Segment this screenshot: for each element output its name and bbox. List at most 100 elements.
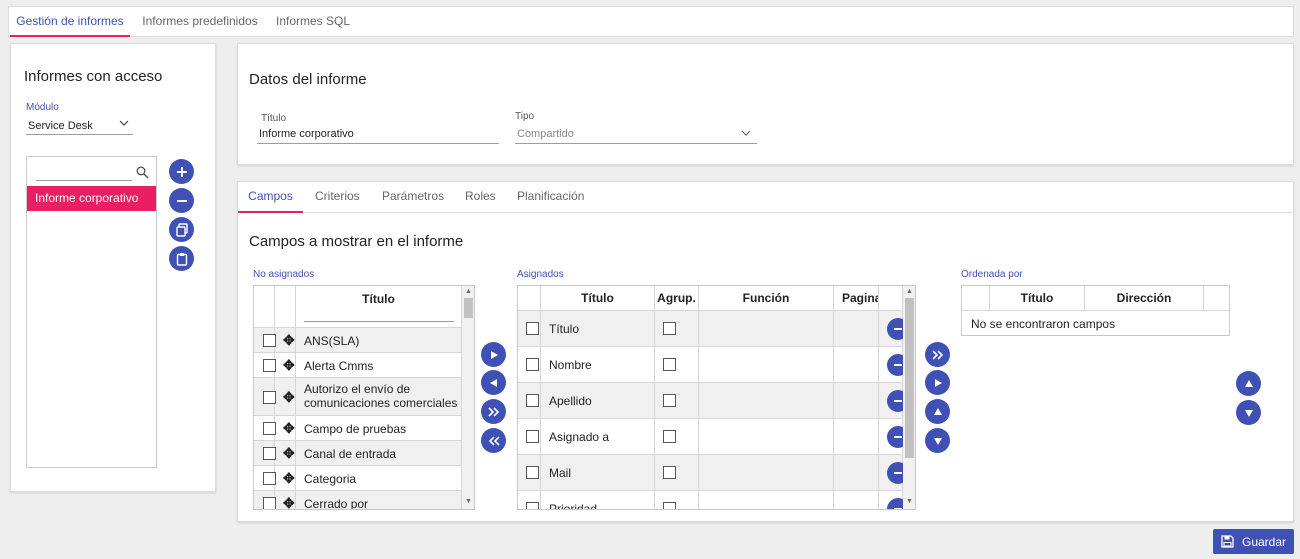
row-checkbox[interactable] bbox=[526, 466, 539, 479]
assigned-header-paginar[interactable]: Paginar bbox=[834, 286, 879, 311]
row-checkbox[interactable] bbox=[526, 322, 539, 335]
minus-icon bbox=[176, 199, 187, 202]
copy-icon bbox=[175, 222, 188, 237]
row-checkbox[interactable] bbox=[263, 391, 276, 404]
remove-report-button[interactable] bbox=[169, 188, 194, 213]
drag-handle-icon[interactable]: ✥ bbox=[283, 357, 295, 374]
ordered-grid: Título Dirección No se encontraron campo… bbox=[961, 285, 1230, 336]
save-button-label: Guardar bbox=[1241, 534, 1287, 549]
order-down-button[interactable] bbox=[1236, 400, 1261, 425]
paste-report-button[interactable] bbox=[169, 246, 194, 271]
campos-heading: Campos a mostrar en el informe bbox=[249, 233, 464, 250]
assigned-scrollbar[interactable]: ▲ ▼ bbox=[903, 286, 915, 509]
row-checkbox[interactable] bbox=[526, 502, 539, 509]
drag-handle-icon[interactable]: ✥ bbox=[283, 332, 295, 349]
assigned-header-titulo[interactable]: Título bbox=[541, 286, 655, 311]
report-details-title: Datos del informe bbox=[249, 71, 367, 88]
minus-icon bbox=[894, 364, 902, 366]
ordered-header-titulo[interactable]: Título bbox=[990, 286, 1085, 311]
drag-handle-icon[interactable]: ✥ bbox=[283, 470, 295, 487]
group-checkbox[interactable] bbox=[663, 394, 676, 407]
tab-criterios[interactable]: Criterios bbox=[315, 181, 360, 213]
list-item[interactable]: Cerrado por bbox=[304, 497, 368, 509]
tab-gestion-informes[interactable]: Gestión de informes bbox=[10, 7, 130, 37]
copy-report-button[interactable] bbox=[169, 217, 194, 242]
move-left-button[interactable] bbox=[481, 370, 506, 395]
list-item[interactable]: Campo de pruebas bbox=[304, 422, 406, 436]
drag-handle-icon[interactable]: ✥ bbox=[283, 420, 295, 437]
drag-handle-icon[interactable]: ✥ bbox=[283, 445, 295, 462]
assigned-header-funcion[interactable]: Función bbox=[699, 286, 834, 311]
tab-parametros[interactable]: Parámetros bbox=[382, 181, 444, 213]
move-all-to-order-button[interactable] bbox=[925, 342, 950, 367]
module-select[interactable]: Service Desk bbox=[26, 115, 133, 135]
list-item[interactable]: Alerta Cmms bbox=[304, 359, 373, 373]
move-to-order-button[interactable] bbox=[925, 370, 950, 395]
move-field-down-button[interactable] bbox=[925, 428, 950, 453]
tab-roles[interactable]: Roles bbox=[465, 181, 496, 213]
tab-informes-predefinidos[interactable]: Informes predefinidos bbox=[137, 7, 263, 37]
assigned-header-agrup[interactable]: Agrup. bbox=[655, 286, 699, 311]
triangle-up-icon bbox=[933, 407, 942, 415]
list-item[interactable]: Canal de entrada bbox=[304, 447, 396, 461]
minus-icon bbox=[894, 400, 902, 402]
group-checkbox[interactable] bbox=[663, 502, 676, 509]
row-checkbox[interactable] bbox=[526, 358, 539, 371]
drag-handle-icon[interactable]: ✥ bbox=[283, 495, 295, 509]
tab-planificacion[interactable]: Planificación bbox=[517, 181, 584, 213]
tab-informes-sql[interactable]: Informes SQL bbox=[271, 7, 355, 37]
row-checkbox[interactable] bbox=[526, 430, 539, 443]
minus-icon bbox=[894, 472, 902, 474]
drag-handle-icon[interactable]: ✥ bbox=[283, 389, 295, 406]
group-checkbox[interactable] bbox=[663, 358, 676, 371]
assigned-grid: Título Agrup. Función Paginar Título Nom… bbox=[517, 285, 916, 510]
list-item[interactable]: Categoria bbox=[304, 472, 356, 486]
group-checkbox[interactable] bbox=[663, 466, 676, 479]
order-up-button[interactable] bbox=[1236, 371, 1261, 396]
list-item[interactable]: Autorizo el envío de comunicaciones come… bbox=[304, 382, 459, 410]
ordered-header-direccion[interactable]: Dirección bbox=[1085, 286, 1204, 311]
group-checkbox[interactable] bbox=[663, 430, 676, 443]
triangle-left-icon bbox=[489, 378, 497, 387]
row-checkbox[interactable] bbox=[263, 422, 276, 435]
row-checkbox[interactable] bbox=[263, 497, 276, 509]
ordered-empty-message: No se encontraron campos bbox=[971, 317, 1116, 331]
add-report-button[interactable] bbox=[169, 159, 194, 184]
plus-icon bbox=[176, 166, 187, 177]
row-checkbox[interactable] bbox=[263, 334, 276, 347]
triangle-right-icon bbox=[934, 378, 942, 387]
report-search-input[interactable] bbox=[36, 165, 132, 181]
double-chevron-right-icon bbox=[487, 406, 499, 417]
search-icon[interactable] bbox=[136, 166, 149, 182]
scroll-down-icon[interactable]: ▼ bbox=[465, 498, 472, 505]
tipo-select[interactable]: Compartido bbox=[515, 125, 757, 144]
move-right-button[interactable] bbox=[481, 342, 506, 367]
scroll-up-icon[interactable]: ▲ bbox=[465, 288, 472, 295]
scroll-up-icon[interactable]: ▲ bbox=[906, 288, 913, 295]
clipboard-icon bbox=[176, 252, 187, 266]
move-all-left-button[interactable] bbox=[481, 428, 506, 453]
scroll-down-icon[interactable]: ▼ bbox=[906, 498, 913, 505]
row-checkbox[interactable] bbox=[263, 472, 276, 485]
assigned-label: Asignados bbox=[517, 269, 564, 280]
unassigned-filter-input[interactable] bbox=[304, 321, 454, 322]
table-row-label: Título bbox=[549, 322, 580, 336]
move-all-right-button[interactable] bbox=[481, 399, 506, 424]
save-button[interactable]: Guardar bbox=[1213, 529, 1294, 554]
table-row-label: Apellido bbox=[549, 394, 592, 408]
tab-campos[interactable]: Campos bbox=[238, 181, 303, 213]
module-label: Módulo bbox=[26, 102, 59, 113]
row-checkbox[interactable] bbox=[526, 394, 539, 407]
top-tab-bar: Gestión de informes Informes predefinido… bbox=[8, 6, 1294, 37]
row-checkbox[interactable] bbox=[263, 359, 276, 372]
unassigned-grid: Título ✥ ANS(SLA) ✥ Alerta Cmms ✥ Autori… bbox=[253, 285, 475, 510]
tipo-value: Compartido bbox=[517, 128, 574, 140]
move-field-up-button[interactable] bbox=[925, 399, 950, 424]
titulo-input[interactable]: Informe corporativo bbox=[257, 125, 499, 144]
report-list-item[interactable]: Informe corporativo bbox=[27, 186, 156, 211]
group-checkbox[interactable] bbox=[663, 322, 676, 335]
list-item[interactable]: ANS(SLA) bbox=[304, 334, 359, 348]
row-checkbox[interactable] bbox=[263, 447, 276, 460]
unassigned-scrollbar[interactable]: ▲ ▼ bbox=[462, 286, 474, 509]
minus-icon bbox=[894, 436, 902, 438]
